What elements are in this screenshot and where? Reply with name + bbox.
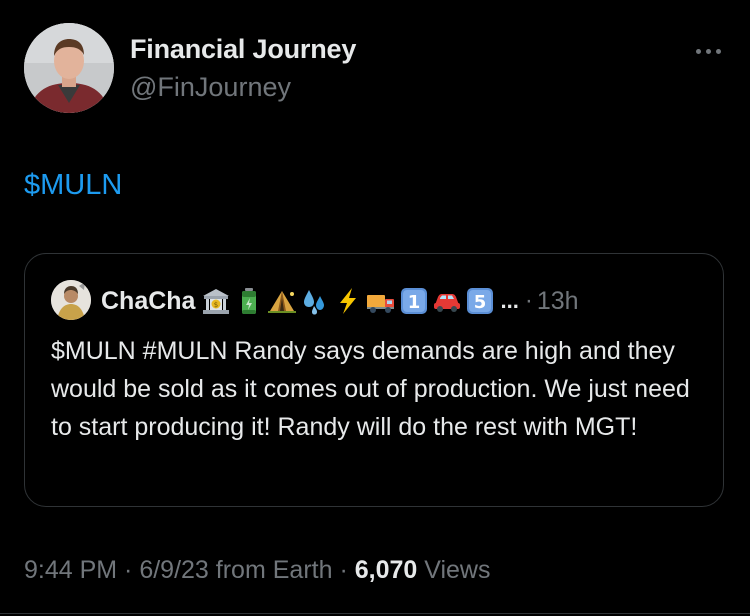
tweet-cashtag-link[interactable]: $MULN — [24, 169, 122, 202]
separator-dot: · — [524, 287, 533, 314]
battery-icon — [242, 288, 257, 314]
quoted-tweet-card[interactable]: ChaCha $ 1 5 ... · 13h $MULN #MULN Randy… — [24, 253, 724, 507]
author-handle[interactable]: @FinJourney — [130, 72, 291, 103]
tweet-date[interactable]: 6/9/23 — [139, 556, 209, 584]
camping-tent-icon — [268, 291, 297, 313]
svg-text:$: $ — [214, 301, 218, 309]
svg-text:1: 1 — [408, 292, 421, 313]
quote-author-name[interactable]: ChaCha — [101, 287, 195, 316]
delivery-truck-icon — [367, 295, 395, 313]
quote-author-avatar[interactable] — [51, 280, 91, 320]
quote-header: ChaCha $ 1 5 ... · 13h — [101, 282, 579, 320]
tweet-source: from Earth — [208, 556, 333, 584]
tweet-time[interactable]: 9:44 PM — [24, 556, 117, 584]
profile-photo-icon — [24, 23, 114, 113]
red-car-icon — [434, 294, 461, 312]
author-avatar[interactable] — [24, 23, 114, 113]
separator-dot: · — [117, 556, 140, 584]
views-count[interactable]: 6,070 — [355, 556, 418, 584]
more-dots-icon — [695, 48, 701, 54]
more-dots-icon — [705, 48, 711, 54]
svg-text:5: 5 — [474, 292, 487, 313]
author-display-name[interactable]: Financial Journey — [130, 34, 356, 65]
quote-text: $MULN #MULN Randy says demands are high … — [51, 337, 690, 441]
more-options-button[interactable] — [686, 36, 730, 66]
quote-avatar-icon — [51, 280, 91, 320]
more-dots-icon — [715, 48, 721, 54]
bank-icon: $ — [203, 289, 230, 314]
quote-timestamp[interactable]: 13h — [537, 287, 579, 316]
tweet-meta: 9:44 PM · 6/9/23 from Earth · 6,070 View… — [24, 556, 490, 585]
divider — [0, 613, 750, 614]
keycap-5-icon: 5 — [467, 288, 494, 314]
high-voltage-icon — [340, 288, 357, 314]
views-label[interactable]: Views — [417, 556, 490, 584]
keycap-1-icon: 1 — [401, 288, 428, 314]
separator-dot: · — [332, 556, 355, 584]
sweat-droplets-icon — [304, 290, 325, 315]
name-truncation: ... — [500, 288, 519, 313]
